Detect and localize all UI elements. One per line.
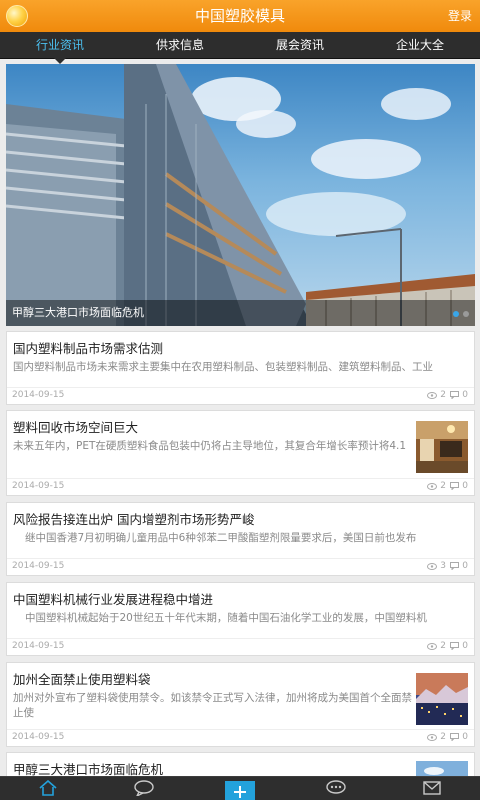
article-summary: 未来五年内，PET在硬质塑料食品包装中仍将占主导地位，其复合年增长率预计将4.1 <box>13 440 407 452</box>
comment-icon <box>450 562 460 570</box>
view-count: 2 <box>427 732 446 742</box>
view-count-value: 2 <box>440 481 446 491</box>
login-button[interactable]: 登录 <box>448 0 472 32</box>
article-summary: 国内塑料制品市场未来需求主要集中在农用塑料制品、包装塑料制品、建筑塑料制品、工业 <box>13 361 433 373</box>
article-date: 2014-09-15 <box>12 481 65 491</box>
article-title: 国内塑料制品市场需求估测 <box>13 341 164 356</box>
top-bar: 中国塑胶模具 登录 <box>0 0 480 32</box>
view-count-value: 3 <box>440 561 446 571</box>
mail-icon <box>423 781 441 795</box>
article-card[interactable]: 中国塑料机械行业发展进程稳中增进 中国塑料机械起始于20世纪五十年代末期，随着中… <box>6 582 475 656</box>
article-meta: 2014-09-15 2 0 <box>7 387 474 404</box>
home-icon <box>39 780 57 796</box>
plus-icon <box>225 781 255 800</box>
article-summary: 加州对外宣布了塑料袋使用禁令。如该禁令正式写入法律，加州将成为美国首个全面禁止使 <box>13 692 412 719</box>
carousel-dot[interactable] <box>463 311 469 317</box>
article-meta: 2014-09-15 2 0 <box>7 638 474 655</box>
app-title: 中国塑胶模具 <box>194 7 285 25</box>
article-title: 风险报告接连出炉 国内增塑剂市场形势严峻 <box>13 512 255 527</box>
nav-publish[interactable] <box>192 777 288 800</box>
view-count-value: 2 <box>440 732 446 742</box>
comment-count-value: 0 <box>462 481 468 491</box>
eye-icon <box>427 642 438 650</box>
chat-icon <box>134 780 154 796</box>
article-title: 中国塑料机械行业发展进程稳中增进 <box>13 592 214 607</box>
article-card[interactable]: 塑料回收市场空间巨大 未来五年内，PET在硬质塑料食品包装中仍将占主导地位，其复… <box>6 410 475 496</box>
article-date: 2014-09-15 <box>12 732 65 742</box>
article-date: 2014-09-15 <box>12 390 65 400</box>
carousel-dot[interactable] <box>453 311 459 317</box>
view-count: 2 <box>427 390 446 400</box>
article-card[interactable]: 国内塑料制品市场需求估测 国内塑料制品市场未来需求主要集中在农用塑料制品、包装塑… <box>6 331 475 405</box>
nav-home[interactable] <box>0 777 96 800</box>
nav-chat[interactable] <box>96 777 192 800</box>
article-title: 加州全面禁止使用塑料袋 <box>13 672 151 687</box>
article-meta: 2014-09-15 2 0 <box>7 478 474 495</box>
eye-icon <box>427 482 438 490</box>
carousel-indicator <box>453 311 469 317</box>
nav-messages[interactable] <box>288 777 384 800</box>
category-tabs: 行业资讯 供求信息 展会资讯 企业大全 <box>0 32 480 64</box>
article-summary: 中国塑料机械起始于20世纪五十年代末期，随着中国石油化学工业的发展，中国塑料机 <box>25 612 427 624</box>
comment-count-value: 0 <box>462 732 468 742</box>
eye-icon <box>427 391 438 399</box>
comment-count-value: 0 <box>462 390 468 400</box>
article-date: 2014-09-15 <box>12 561 65 571</box>
comment-count: 0 <box>450 390 468 400</box>
article-date: 2014-09-15 <box>12 641 65 651</box>
comment-icon <box>450 642 460 650</box>
tab-exhibition-news[interactable]: 展会资讯 <box>240 32 360 58</box>
comment-count: 0 <box>450 641 468 651</box>
comment-count-value: 0 <box>462 561 468 571</box>
view-count-value: 2 <box>440 390 446 400</box>
banner-carousel[interactable]: 甲醇三大港口市场面临危机 <box>6 64 475 326</box>
eye-icon <box>427 733 438 741</box>
banner-image <box>6 64 475 326</box>
comment-count: 0 <box>450 481 468 491</box>
view-count: 2 <box>427 641 446 651</box>
article-meta: 2014-09-15 3 0 <box>7 558 474 575</box>
comment-count-value: 0 <box>462 641 468 651</box>
comment-icon <box>450 391 460 399</box>
view-count-value: 2 <box>440 641 446 651</box>
tab-company-directory[interactable]: 企业大全 <box>360 32 480 58</box>
article-thumbnail <box>416 421 468 473</box>
view-count: 3 <box>427 561 446 571</box>
article-summary: 继中国香港7月初明确儿童用品中6种邻苯二甲酸酯塑剂限量要求后，美国日前也发布 <box>25 532 417 544</box>
comment-count: 0 <box>450 732 468 742</box>
comment-icon <box>450 733 460 741</box>
bottom-nav <box>0 776 480 800</box>
view-count: 2 <box>427 481 446 491</box>
message-icon <box>326 780 346 794</box>
article-thumbnail <box>416 673 468 725</box>
article-card[interactable]: 风险报告接连出炉 国内增塑剂市场形势严峻 继中国香港7月初明确儿童用品中6种邻苯… <box>6 502 475 576</box>
tab-supply-demand[interactable]: 供求信息 <box>120 32 240 58</box>
banner-caption: 甲醇三大港口市场面临危机 <box>6 300 475 326</box>
tab-industry-news[interactable]: 行业资讯 <box>0 32 120 64</box>
eye-icon <box>427 562 438 570</box>
article-meta: 2014-09-15 2 0 <box>7 729 474 746</box>
comment-icon <box>450 482 460 490</box>
nav-mail[interactable] <box>384 777 480 800</box>
comment-count: 0 <box>450 561 468 571</box>
article-title: 塑料回收市场空间巨大 <box>13 420 139 435</box>
article-card[interactable]: 加州全面禁止使用塑料袋 加州对外宣布了塑料袋使用禁令。如该禁令正式写入法律，加州… <box>6 662 475 747</box>
